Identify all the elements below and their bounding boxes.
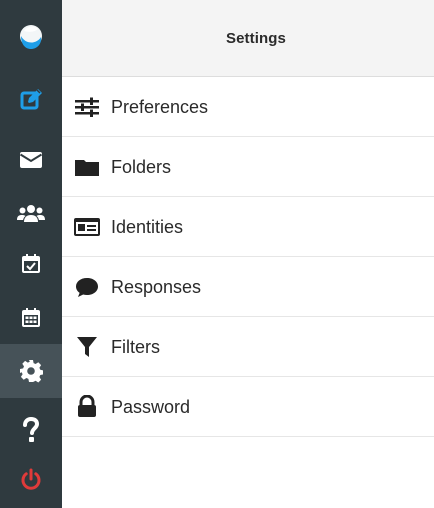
settings-item-label: Identities (111, 216, 184, 237)
app-logo-button[interactable] (0, 14, 62, 60)
calendar-button[interactable] (0, 290, 62, 346)
logout-button[interactable] (0, 457, 62, 503)
mail-icon (19, 152, 43, 168)
settings-item-label: Preferences (111, 96, 209, 117)
settings-button[interactable] (0, 344, 62, 398)
comment-icon (73, 275, 101, 299)
settings-item-responses[interactable]: Responses (62, 257, 434, 317)
folder-icon (73, 155, 101, 179)
settings-item-filters[interactable]: Filters (62, 317, 434, 377)
help-button[interactable] (0, 402, 62, 458)
settings-panel: Settings Preferences Folders Identities … (62, 0, 434, 508)
tasks-button[interactable] (0, 236, 62, 292)
settings-item-preferences[interactable]: Preferences (62, 77, 434, 137)
settings-item-identities[interactable]: Identities (62, 197, 434, 257)
help-icon (23, 417, 40, 442)
mail-settings-app: Settings Preferences Folders Identities … (0, 0, 434, 508)
power-icon (21, 468, 41, 490)
compose-icon (20, 89, 42, 110)
settings-item-label: Password (111, 396, 191, 417)
settings-item-folders[interactable]: Folders (62, 137, 434, 197)
id-card-icon (73, 215, 101, 239)
sliders-icon (73, 95, 101, 119)
page-title: Settings (226, 29, 286, 47)
settings-item-label: Responses (111, 276, 202, 297)
filter-icon (73, 335, 101, 359)
calendar-icon (22, 308, 40, 327)
mail-button[interactable] (0, 132, 62, 188)
settings-header: Settings (62, 0, 434, 77)
contacts-button[interactable] (0, 186, 62, 242)
compose-button[interactable] (0, 72, 62, 128)
settings-menu: Preferences Folders Identities Responses… (62, 77, 434, 437)
calendar-check-icon (22, 254, 40, 273)
gear-icon (20, 360, 43, 383)
left-navigation-rail (0, 0, 62, 508)
lock-icon (73, 394, 101, 419)
contacts-icon (17, 205, 45, 222)
settings-item-password[interactable]: Password (62, 377, 434, 437)
app-logo-icon (20, 25, 42, 49)
settings-item-label: Filters (111, 336, 160, 357)
settings-item-label: Folders (111, 156, 172, 177)
